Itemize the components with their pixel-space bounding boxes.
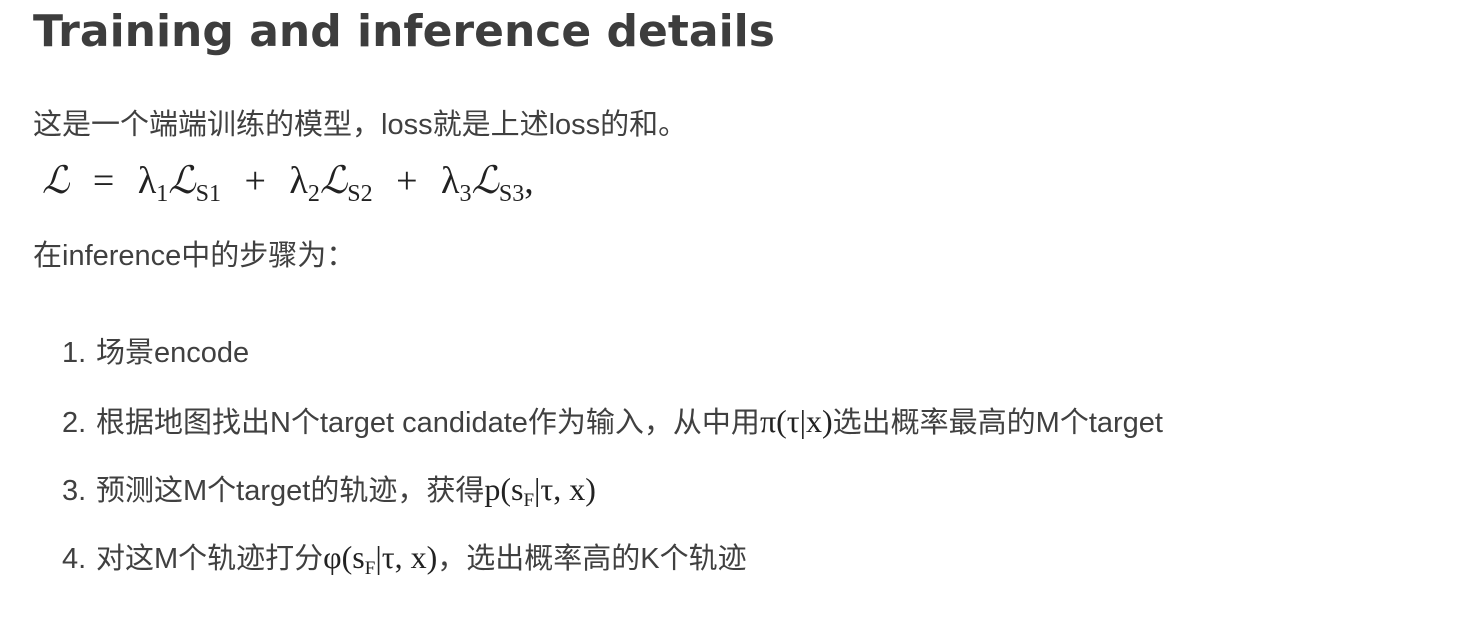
list-item: 3. 预测这M个target的轨迹，获得p(sF|τ, x) [62,469,1163,537]
step-math: p(sF|τ, x) [484,471,596,511]
list-item: 4. 对这M个轨迹打分φ(sF|τ, x)，选出概率高的K个轨迹 [62,537,1163,605]
formula-lhs: ℒ [42,158,70,202]
step-number: 4. [62,543,87,575]
step-number: 1. [62,337,87,369]
inference-steps-list: 1. 场景encode 2. 根据地图找出N个target candidate作为输… [62,333,1163,605]
list-item: 2. 根据地图找出N个target candidate作为输入，从中用π(τ|x)… [62,401,1163,469]
formula-equals: = [92,160,115,202]
step-text-after: 选出概率最高的M个target [832,407,1163,439]
loss-formula: ℒ = λ1ℒS1 + λ2ℒS2 + λ3ℒS3, [42,158,534,208]
formula-plus-2: + [396,160,418,202]
step-text: 场景encode [96,337,250,369]
formula-term-3: λ3ℒS3 [441,158,525,207]
section-heading: Training and inference details [33,6,775,57]
list-item: 1. 场景encode [62,333,1163,401]
step-text-after: ，选出概率高的K个轨迹 [437,543,747,575]
formula-comma: , [524,160,534,202]
formula-plus-1: + [244,160,266,202]
intro-paragraph: 这是一个端端训练的模型，loss就是上述loss的和。 [33,109,688,141]
formula-term-2: λ2ℒS2 [289,158,373,207]
step-text: 对这M个轨迹打分 [96,543,324,575]
formula-term-1: λ1ℒS1 [137,158,221,207]
step-number: 3. [62,475,87,507]
step-text: 预测这M个target的轨迹，获得 [96,475,485,507]
inference-intro: 在inference中的步骤为： [33,240,356,272]
step-number: 2. [62,407,87,439]
document-page: Training and inference details 这是一个端端训练的… [0,0,1457,619]
step-math: φ(sF|τ, x) [323,539,438,579]
step-math: π(τ|x) [759,403,833,439]
step-text: 根据地图找出N个target candidate作为输入，从中用 [96,407,760,439]
